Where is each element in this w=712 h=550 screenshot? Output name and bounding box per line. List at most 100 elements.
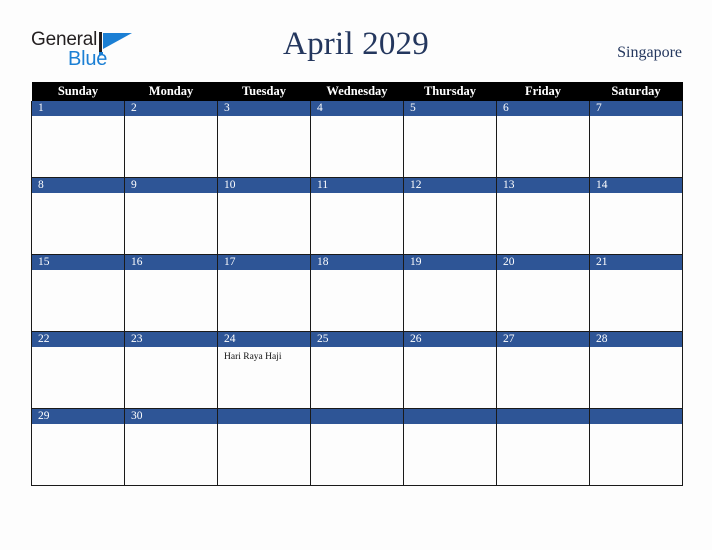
- calendar-day-cell[interactable]: 16: [124, 254, 218, 332]
- day-number: 20: [497, 255, 589, 270]
- calendar-day-cell[interactable]: 18: [310, 254, 404, 332]
- calendar-week-row: 29 30: [31, 408, 683, 486]
- day-events: Hari Raya Haji: [218, 347, 310, 407]
- day-number: 7: [590, 101, 682, 116]
- weekday-header-sunday: Sunday: [31, 82, 125, 101]
- day-number: [311, 409, 403, 424]
- day-events: [590, 193, 682, 253]
- day-events: [218, 270, 310, 330]
- calendar-day-cell[interactable]: 14: [589, 177, 683, 255]
- day-events: [497, 193, 589, 253]
- calendar-day-cell[interactable]: 22: [31, 331, 125, 409]
- calendar-day-cell[interactable]: [403, 408, 497, 486]
- day-number: 14: [590, 178, 682, 193]
- day-events: [32, 116, 124, 176]
- calendar-day-cell[interactable]: 2: [124, 101, 218, 178]
- day-events: [404, 270, 496, 330]
- calendar-day-cell[interactable]: 8: [31, 177, 125, 255]
- page-header: General Blue April 2029 Singapore: [0, 0, 712, 80]
- calendar-day-cell[interactable]: 17: [217, 254, 311, 332]
- day-number: 11: [311, 178, 403, 193]
- weekday-header-monday: Monday: [124, 82, 218, 101]
- day-events: [125, 270, 217, 330]
- day-events: [311, 347, 403, 407]
- day-events: [218, 193, 310, 253]
- calendar-week-row: 1234567: [31, 101, 683, 178]
- day-number: 3: [218, 101, 310, 116]
- day-events: [497, 347, 589, 407]
- day-events: [32, 347, 124, 407]
- weekday-header-thursday: Thursday: [403, 82, 497, 101]
- calendar-day-cell[interactable]: 21: [589, 254, 683, 332]
- calendar-day-cell[interactable]: [310, 408, 404, 486]
- day-number: [404, 409, 496, 424]
- calendar-day-cell[interactable]: 3: [217, 101, 311, 178]
- day-events: [311, 116, 403, 176]
- day-number: 15: [32, 255, 124, 270]
- calendar-day-cell[interactable]: 13: [496, 177, 590, 255]
- day-number: 27: [497, 332, 589, 347]
- day-events: [590, 424, 682, 484]
- calendar-day-cell[interactable]: 6: [496, 101, 590, 178]
- calendar-grid: Sunday Monday Tuesday Wednesday Thursday…: [31, 82, 683, 486]
- day-events: [590, 347, 682, 407]
- page-title: April 2029: [283, 26, 429, 62]
- day-number: 13: [497, 178, 589, 193]
- day-number: 18: [311, 255, 403, 270]
- calendar-day-cell[interactable]: [589, 408, 683, 486]
- calendar-day-cell[interactable]: 5: [403, 101, 497, 178]
- day-number: [590, 409, 682, 424]
- calendar-day-cell[interactable]: 24 Hari Raya Haji: [217, 331, 311, 409]
- day-number: 12: [404, 178, 496, 193]
- day-number: 26: [404, 332, 496, 347]
- day-number: 29: [32, 409, 124, 424]
- calendar-day-cell[interactable]: 29: [31, 408, 125, 486]
- calendar-week-row: 22 23 24 Hari Raya Haji 25 26 27 28: [31, 331, 683, 409]
- calendar-day-cell[interactable]: 30: [124, 408, 218, 486]
- calendar-body: 1 2 3 4 5 6 7 8 9 10 11 12 13 14 15 16 17 18 19 20 21 22 23 24 H…: [31, 101, 683, 486]
- day-number: 5: [404, 101, 496, 116]
- day-number: 22: [32, 332, 124, 347]
- day-events: [497, 270, 589, 330]
- country-label: Singapore: [617, 44, 682, 61]
- day-number: 19: [404, 255, 496, 270]
- calendar-day-cell[interactable]: 7: [589, 101, 683, 178]
- calendar-day-cell[interactable]: 1: [31, 101, 125, 178]
- day-events: [218, 116, 310, 176]
- day-events: [497, 116, 589, 176]
- calendar-header-row: Sunday Monday Tuesday Wednesday Thursday…: [31, 82, 683, 101]
- calendar-day-cell[interactable]: 12: [403, 177, 497, 255]
- calendar-day-cell[interactable]: 26: [403, 331, 497, 409]
- day-number: 9: [125, 178, 217, 193]
- calendar-day-cell[interactable]: [217, 408, 311, 486]
- day-events: [218, 424, 310, 484]
- calendar-day-cell[interactable]: 20: [496, 254, 590, 332]
- day-events: [125, 347, 217, 407]
- day-events: [311, 424, 403, 484]
- calendar-day-cell[interactable]: 4: [310, 101, 404, 178]
- day-events: [497, 424, 589, 484]
- calendar-day-cell[interactable]: 25: [310, 331, 404, 409]
- calendar-day-cell[interactable]: 11: [310, 177, 404, 255]
- weekday-header-row: Sunday Monday Tuesday Wednesday Thursday…: [31, 82, 683, 101]
- day-number: 28: [590, 332, 682, 347]
- calendar-day-cell[interactable]: 19: [403, 254, 497, 332]
- day-events: [125, 193, 217, 253]
- day-events: [311, 270, 403, 330]
- calendar-day-cell[interactable]: 23: [124, 331, 218, 409]
- calendar-day-cell[interactable]: 10: [217, 177, 311, 255]
- day-events: [32, 424, 124, 484]
- day-number: 21: [590, 255, 682, 270]
- calendar-day-cell[interactable]: 9: [124, 177, 218, 255]
- calendar-day-cell[interactable]: 27: [496, 331, 590, 409]
- calendar-day-cell[interactable]: 15: [31, 254, 125, 332]
- calendar-day-cell[interactable]: [496, 408, 590, 486]
- day-number: 24: [218, 332, 310, 347]
- day-events: [404, 193, 496, 253]
- holiday-event-label: Hari Raya Haji: [224, 352, 282, 362]
- day-events: [125, 116, 217, 176]
- day-events: [590, 270, 682, 330]
- calendar-day-cell[interactable]: 28: [589, 331, 683, 409]
- day-number: 10: [218, 178, 310, 193]
- day-number: 4: [311, 101, 403, 116]
